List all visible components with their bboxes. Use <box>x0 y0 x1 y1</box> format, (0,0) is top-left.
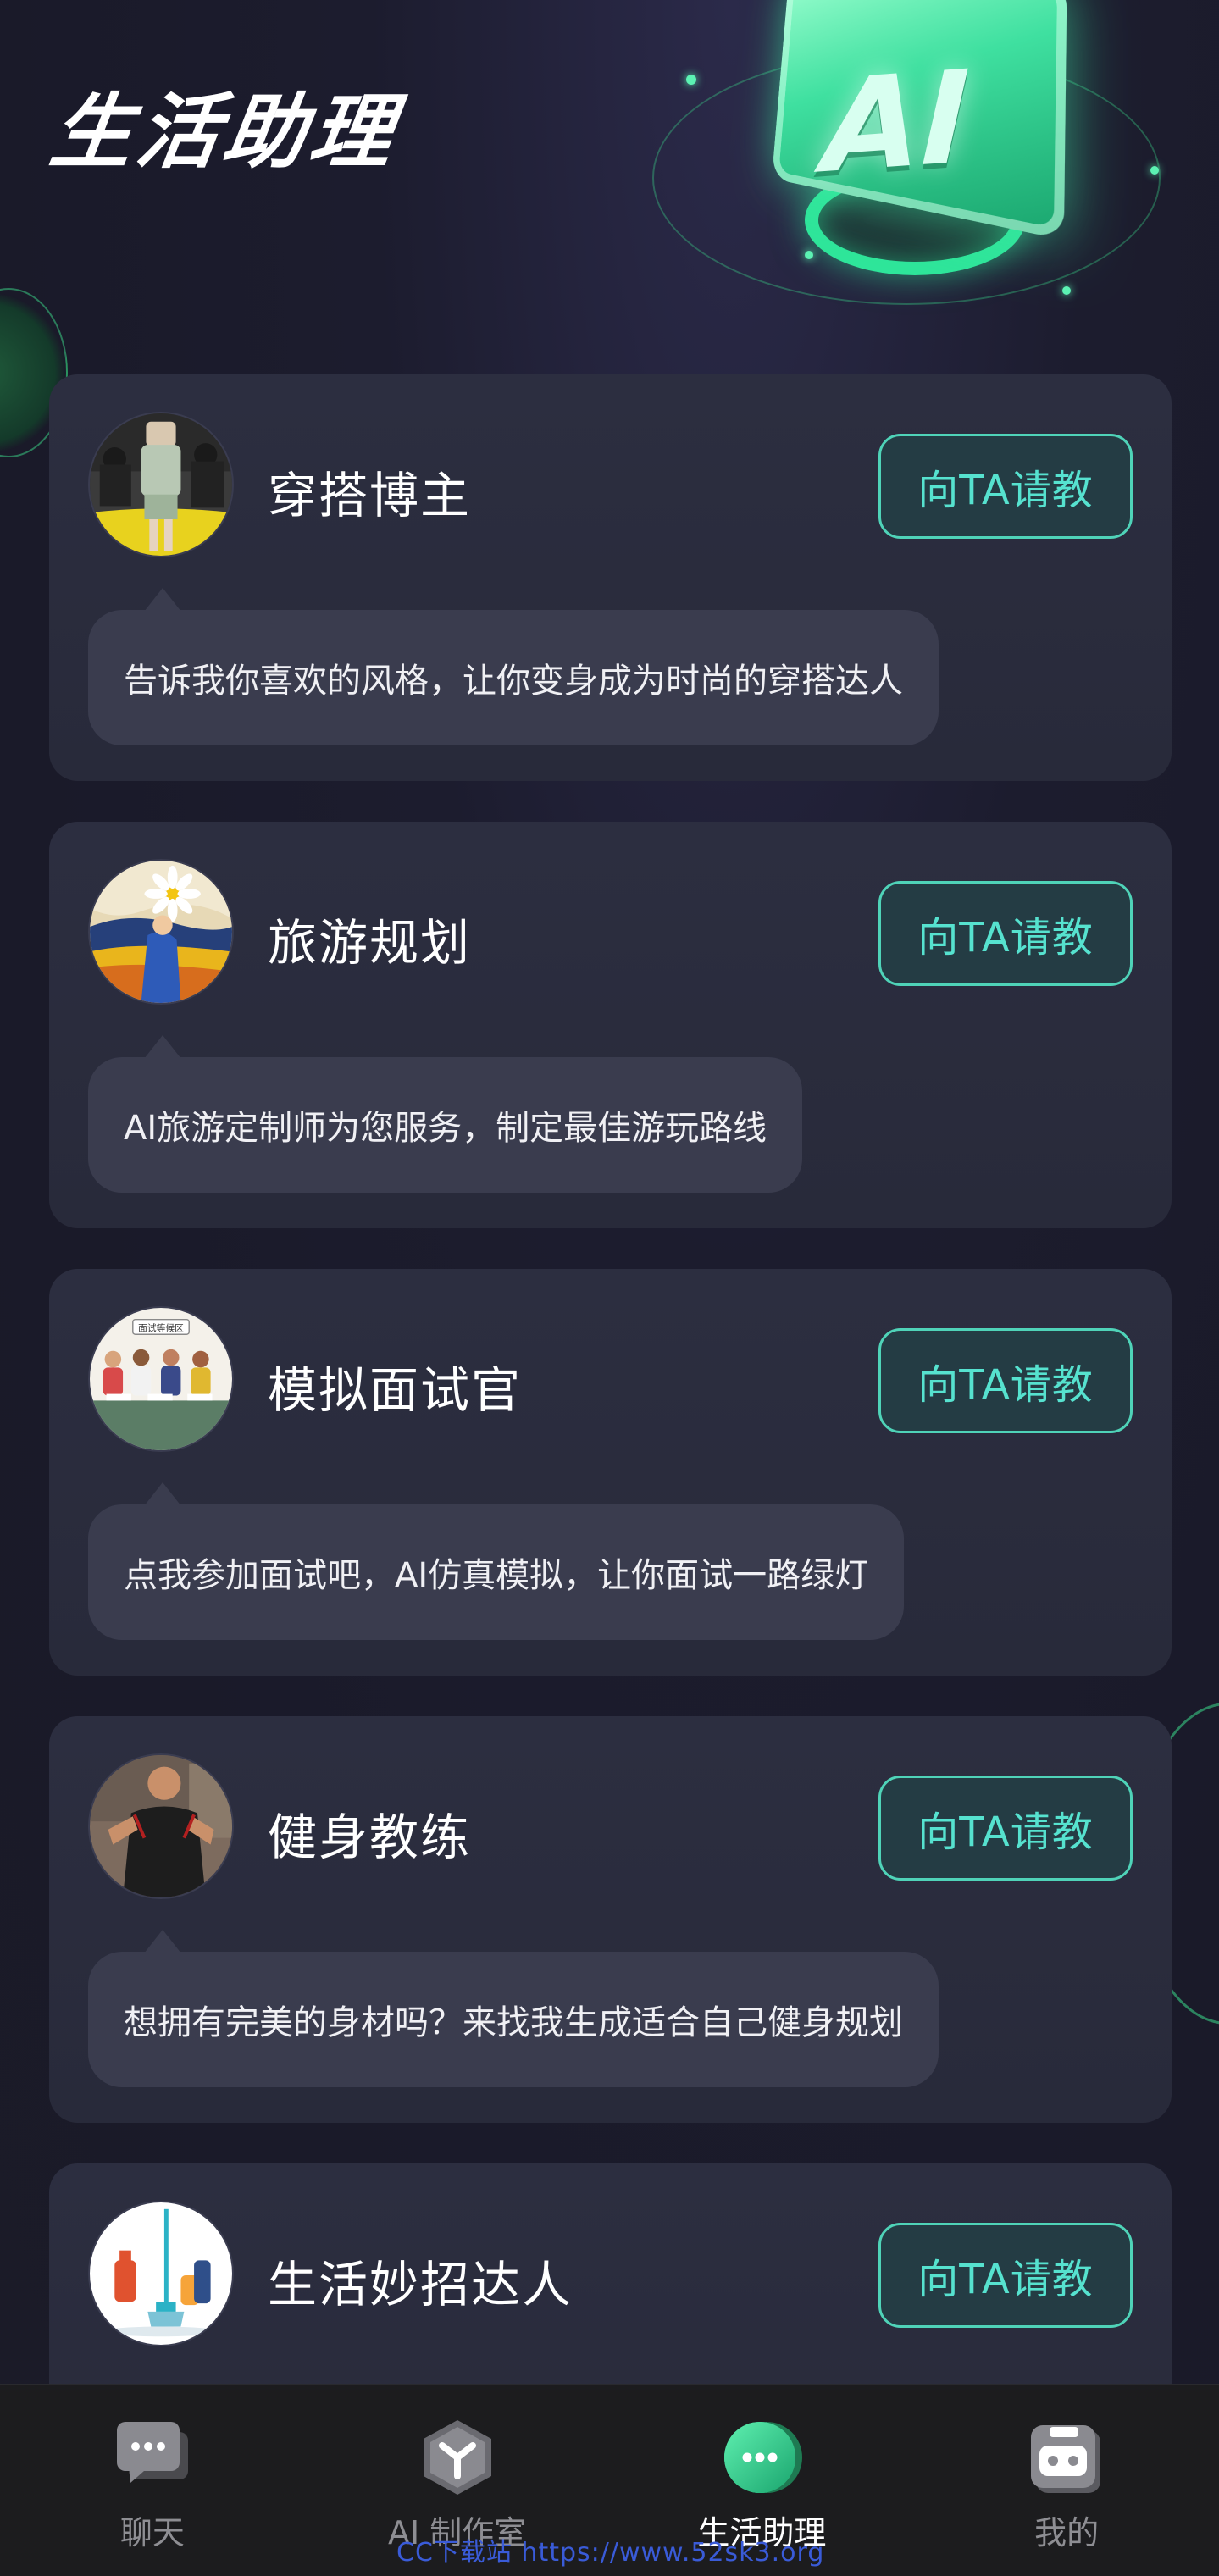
assistant-card-fitness[interactable]: 健身教练 向TA请教 想拥有完美的身材吗？来找我生成适合自己健身规划 <box>49 1716 1172 2123</box>
ask-button[interactable]: 向TA请教 <box>878 434 1133 539</box>
travel-avatar <box>88 859 234 1005</box>
ask-button[interactable]: 向TA请教 <box>878 881 1133 986</box>
description-bubble: AI旅游定制师为您服务，制定最佳游玩路线 <box>88 1035 803 1193</box>
description-bubble: 点我参加面试吧，AI仿真模拟，让你面试一路绿灯 <box>88 1482 905 1640</box>
tab-profile[interactable]: 我的 <box>914 2385 1219 2576</box>
tab-chat[interactable]: 聊天 <box>0 2385 305 2576</box>
tab-label: 聊天 <box>119 2514 185 2551</box>
assistant-card-list: 穿搭博主 向TA请教 告诉我你喜欢的风格，让你变身成为时尚的穿搭达人 旅游规划 … <box>49 374 1172 2560</box>
chat-icon <box>110 2415 195 2500</box>
fashion-avatar <box>88 412 234 557</box>
assistant-card-travel[interactable]: 旅游规划 向TA请教 AI旅游定制师为您服务，制定最佳游玩路线 <box>49 822 1172 1228</box>
card-title: 模拟面试官 <box>268 1361 523 1419</box>
ask-button[interactable]: 向TA请教 <box>878 1328 1133 1433</box>
life-tips-avatar-image <box>90 2202 232 2345</box>
description-bubble: 想拥有完美的身材吗？来找我生成适合自己健身规划 <box>88 1930 939 2087</box>
assistant-card-fashion[interactable]: 穿搭博主 向TA请教 告诉我你喜欢的风格，让你变身成为时尚的穿搭达人 <box>49 374 1172 781</box>
fitness-avatar <box>88 1753 234 1899</box>
card-title: 旅游规划 <box>268 914 472 972</box>
page: 生活助理 AI 穿搭博主 向TA请教 告诉我你喜欢的风格，让你变身成为时尚的穿搭… <box>0 0 1219 2576</box>
fashion-avatar-image <box>90 413 232 556</box>
sparkle-dot <box>686 75 696 85</box>
sparkle-dot <box>805 251 813 259</box>
page-title: 生活助理 <box>44 85 404 180</box>
card-title: 健身教练 <box>268 1809 472 1866</box>
tab-label: 我的 <box>1034 2514 1100 2551</box>
description-bubble: 告诉我你喜欢的风格，让你变身成为时尚的穿搭达人 <box>88 588 939 745</box>
watermark-text: CC下载站 https://www.52sk3.org <box>396 2538 825 2568</box>
ask-button[interactable]: 向TA请教 <box>878 1776 1133 1881</box>
interview-sign-text: 面试等候区 <box>138 1322 184 1333</box>
assistant-icon <box>719 2415 804 2500</box>
interview-avatar: 面试等候区 <box>88 1306 234 1452</box>
ask-button[interactable]: 向TA请教 <box>878 2223 1133 2328</box>
card-title: 生活妙招达人 <box>268 2256 573 2313</box>
interview-avatar-image: 面试等候区 <box>90 1308 232 1450</box>
life-tips-avatar <box>88 2201 234 2346</box>
studio-icon <box>415 2415 500 2500</box>
sparkle-dot <box>1062 286 1071 295</box>
assistant-card-interview[interactable]: 面试等候区 模拟面试官 向TA请教 点我参加面试吧，AI仿真模拟，让你面试一路绿… <box>49 1269 1172 1676</box>
card-title: 穿搭博主 <box>268 467 472 524</box>
travel-avatar-image <box>90 861 232 1003</box>
fitness-avatar-image <box>90 1755 232 1897</box>
sparkle-dot <box>1150 166 1159 175</box>
profile-robot-icon <box>1024 2415 1109 2500</box>
emblem-text: AI <box>821 43 972 202</box>
ai-emblem-icon: AI <box>652 0 1161 322</box>
